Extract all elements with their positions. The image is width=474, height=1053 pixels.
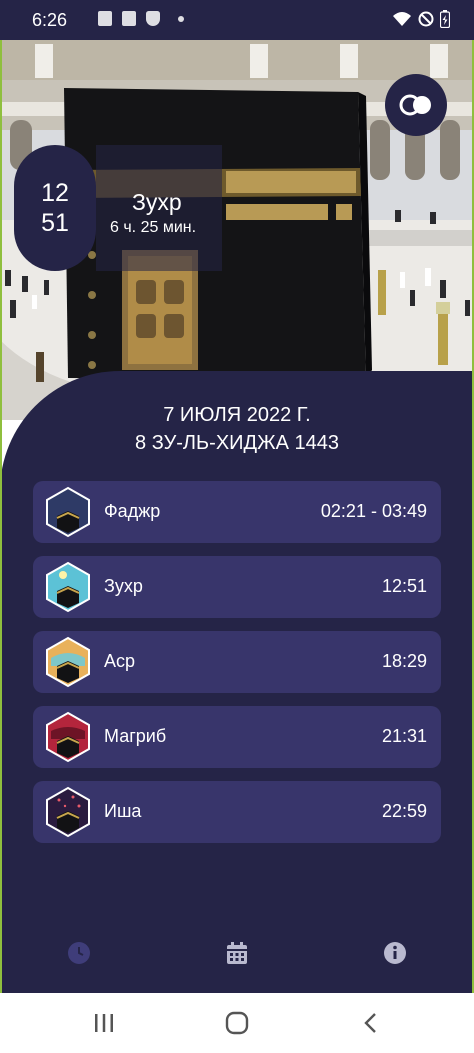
clipboard-icon	[122, 11, 136, 26]
afternoon-kaaba-icon	[46, 636, 90, 688]
tab-times[interactable]	[62, 936, 96, 970]
status-notification-icons	[98, 11, 184, 26]
prayer-time: 22:59	[381, 801, 427, 821]
info-icon	[384, 942, 406, 964]
status-bar: 6:26	[0, 0, 474, 40]
prayer-row-dhuhr[interactable]: Зухр 12:51	[33, 556, 441, 618]
calendar-icon	[227, 942, 247, 964]
date-block: 7 ИЮЛЯ 2022 Г. 8 ЗУ-ЛЬ-ХИДЖА 1443	[0, 401, 474, 457]
current-prayer-hour: 12	[41, 179, 69, 207]
sunset-kaaba-icon	[46, 711, 90, 763]
wifi-icon	[393, 12, 411, 26]
shield-icon	[146, 11, 160, 26]
system-navigation-bar	[0, 993, 474, 1053]
dot-icon	[178, 15, 184, 22]
home-icon	[225, 1011, 249, 1035]
prayer-name: Аср	[104, 651, 136, 671]
prayer-row-asr[interactable]: Аср 18:29	[33, 631, 441, 693]
current-prayer-minute: 51	[41, 209, 69, 237]
night-kaaba-icon	[46, 486, 90, 538]
gregorian-date: 7 ИЮЛЯ 2022 Г.	[163, 404, 311, 426]
screen-edge-left	[0, 40, 2, 993]
prayer-name: Зухр	[104, 576, 143, 596]
bottom-tab-bar	[0, 930, 474, 974]
tab-info[interactable]	[378, 936, 412, 970]
prayer-row-maghrib[interactable]: Магриб 21:31	[33, 706, 441, 768]
prayer-time: 21:31	[381, 726, 427, 746]
current-prayer-name: Зухр	[132, 189, 182, 215]
noon-kaaba-icon	[46, 561, 90, 613]
prayer-time: 18:29	[381, 651, 427, 671]
prayer-row-isha[interactable]: Иша 22:59	[33, 781, 441, 843]
recent-apps-button[interactable]	[84, 1005, 124, 1041]
time-remaining: 6 ч. 25 мин.	[110, 219, 197, 236]
overlap-circles-icon	[399, 94, 431, 116]
prayer-time: 02:21 - 03:49	[320, 501, 427, 521]
prayer-time: 12:51	[381, 576, 427, 596]
current-prayer-chip: 12 51 Зухр 6 ч. 25 мин.	[14, 145, 222, 271]
status-system-icons	[392, 10, 450, 28]
prayer-name: Магриб	[104, 726, 167, 746]
status-time: 6:26	[32, 10, 68, 30]
current-prayer-time: 12 51	[14, 145, 96, 271]
theme-toggle-button[interactable]	[385, 74, 447, 136]
hijri-date: 8 ЗУ-ЛЬ-ХИДЖА 1443	[135, 432, 339, 454]
recent-apps-icon	[95, 1014, 113, 1032]
photo-icon	[98, 11, 112, 26]
prayer-row-fajr[interactable]: Фаджр 02:21 - 03:49	[33, 481, 441, 543]
do-not-disturb-icon	[418, 11, 434, 27]
tab-calendar[interactable]	[220, 936, 254, 970]
prayer-name: Иша	[104, 801, 142, 821]
clock-icon	[68, 942, 90, 964]
back-button[interactable]	[350, 1005, 390, 1041]
prayer-schedule-panel: 7 ИЮЛЯ 2022 Г. 8 ЗУ-ЛЬ-ХИДЖА 1443 Фаджр …	[0, 371, 474, 993]
battery-icon	[440, 10, 450, 28]
back-chevron-icon	[364, 1013, 376, 1033]
prayer-name: Фаджр	[104, 501, 161, 521]
home-button[interactable]	[217, 1005, 257, 1041]
starry-night-kaaba-icon	[46, 786, 90, 838]
